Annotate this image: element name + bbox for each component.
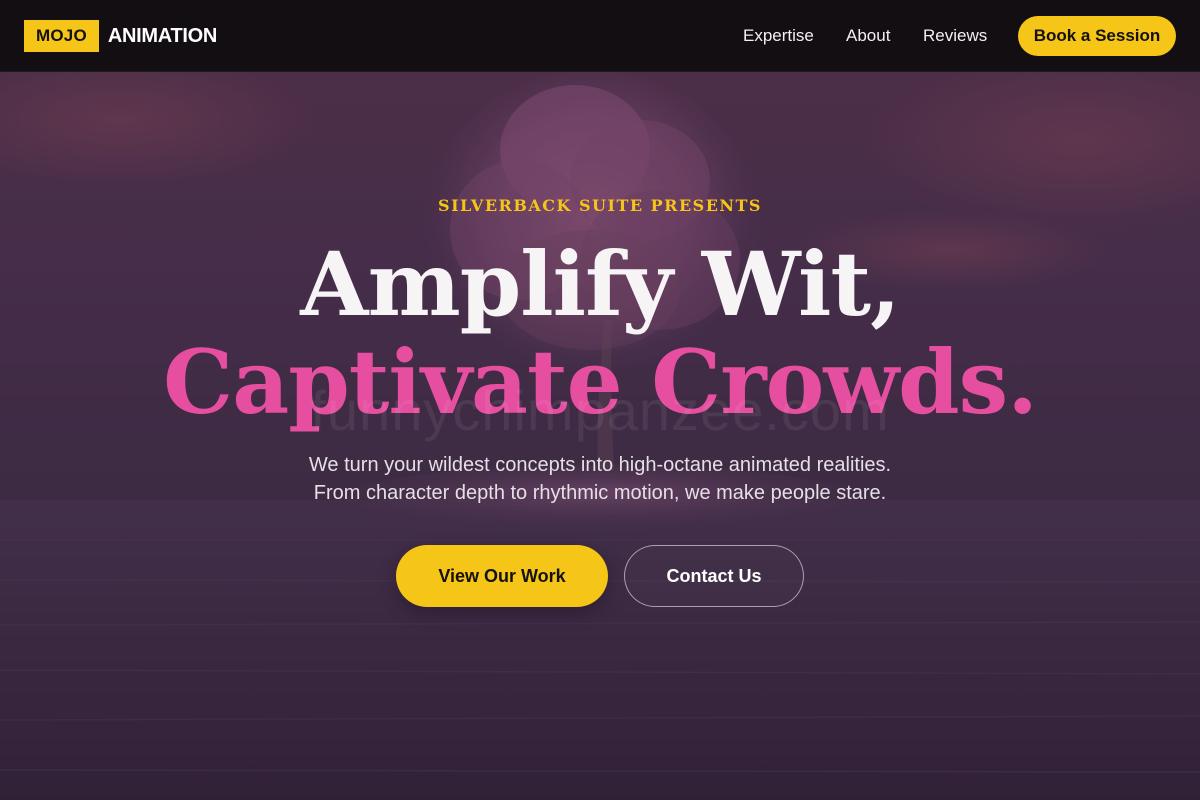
hero-subtext: We turn your wildest concepts into high-… (0, 451, 1200, 507)
nav-link-reviews[interactable]: Reviews (923, 26, 987, 46)
watermark: funnychimpanzee.com (310, 379, 890, 442)
contact-us-button[interactable]: Contact Us (624, 545, 804, 607)
brand-logo[interactable]: MOJO ANIMATION (24, 20, 217, 52)
hero-eyebrow: SILVERBACK SUITE PRESENTS (438, 196, 762, 215)
hero-subtext-line2: From character depth to rhythmic motion,… (313, 482, 887, 504)
brand-badge: MOJO (24, 20, 99, 52)
hero-subtext-line1: We turn your wildest concepts into high-… (308, 454, 892, 476)
book-session-button[interactable]: Book a Session (1018, 16, 1176, 56)
hero-headline-line1: Amplify Wit, (300, 232, 900, 336)
brand-wordmark: ANIMATION (107, 24, 218, 47)
navbar: MOJO ANIMATION Expertise About Reviews B… (0, 0, 1200, 72)
view-our-work-button[interactable]: View Our Work (396, 545, 608, 607)
nav-link-about[interactable]: About (846, 26, 890, 46)
nav-link-expertise[interactable]: Expertise (743, 26, 814, 46)
